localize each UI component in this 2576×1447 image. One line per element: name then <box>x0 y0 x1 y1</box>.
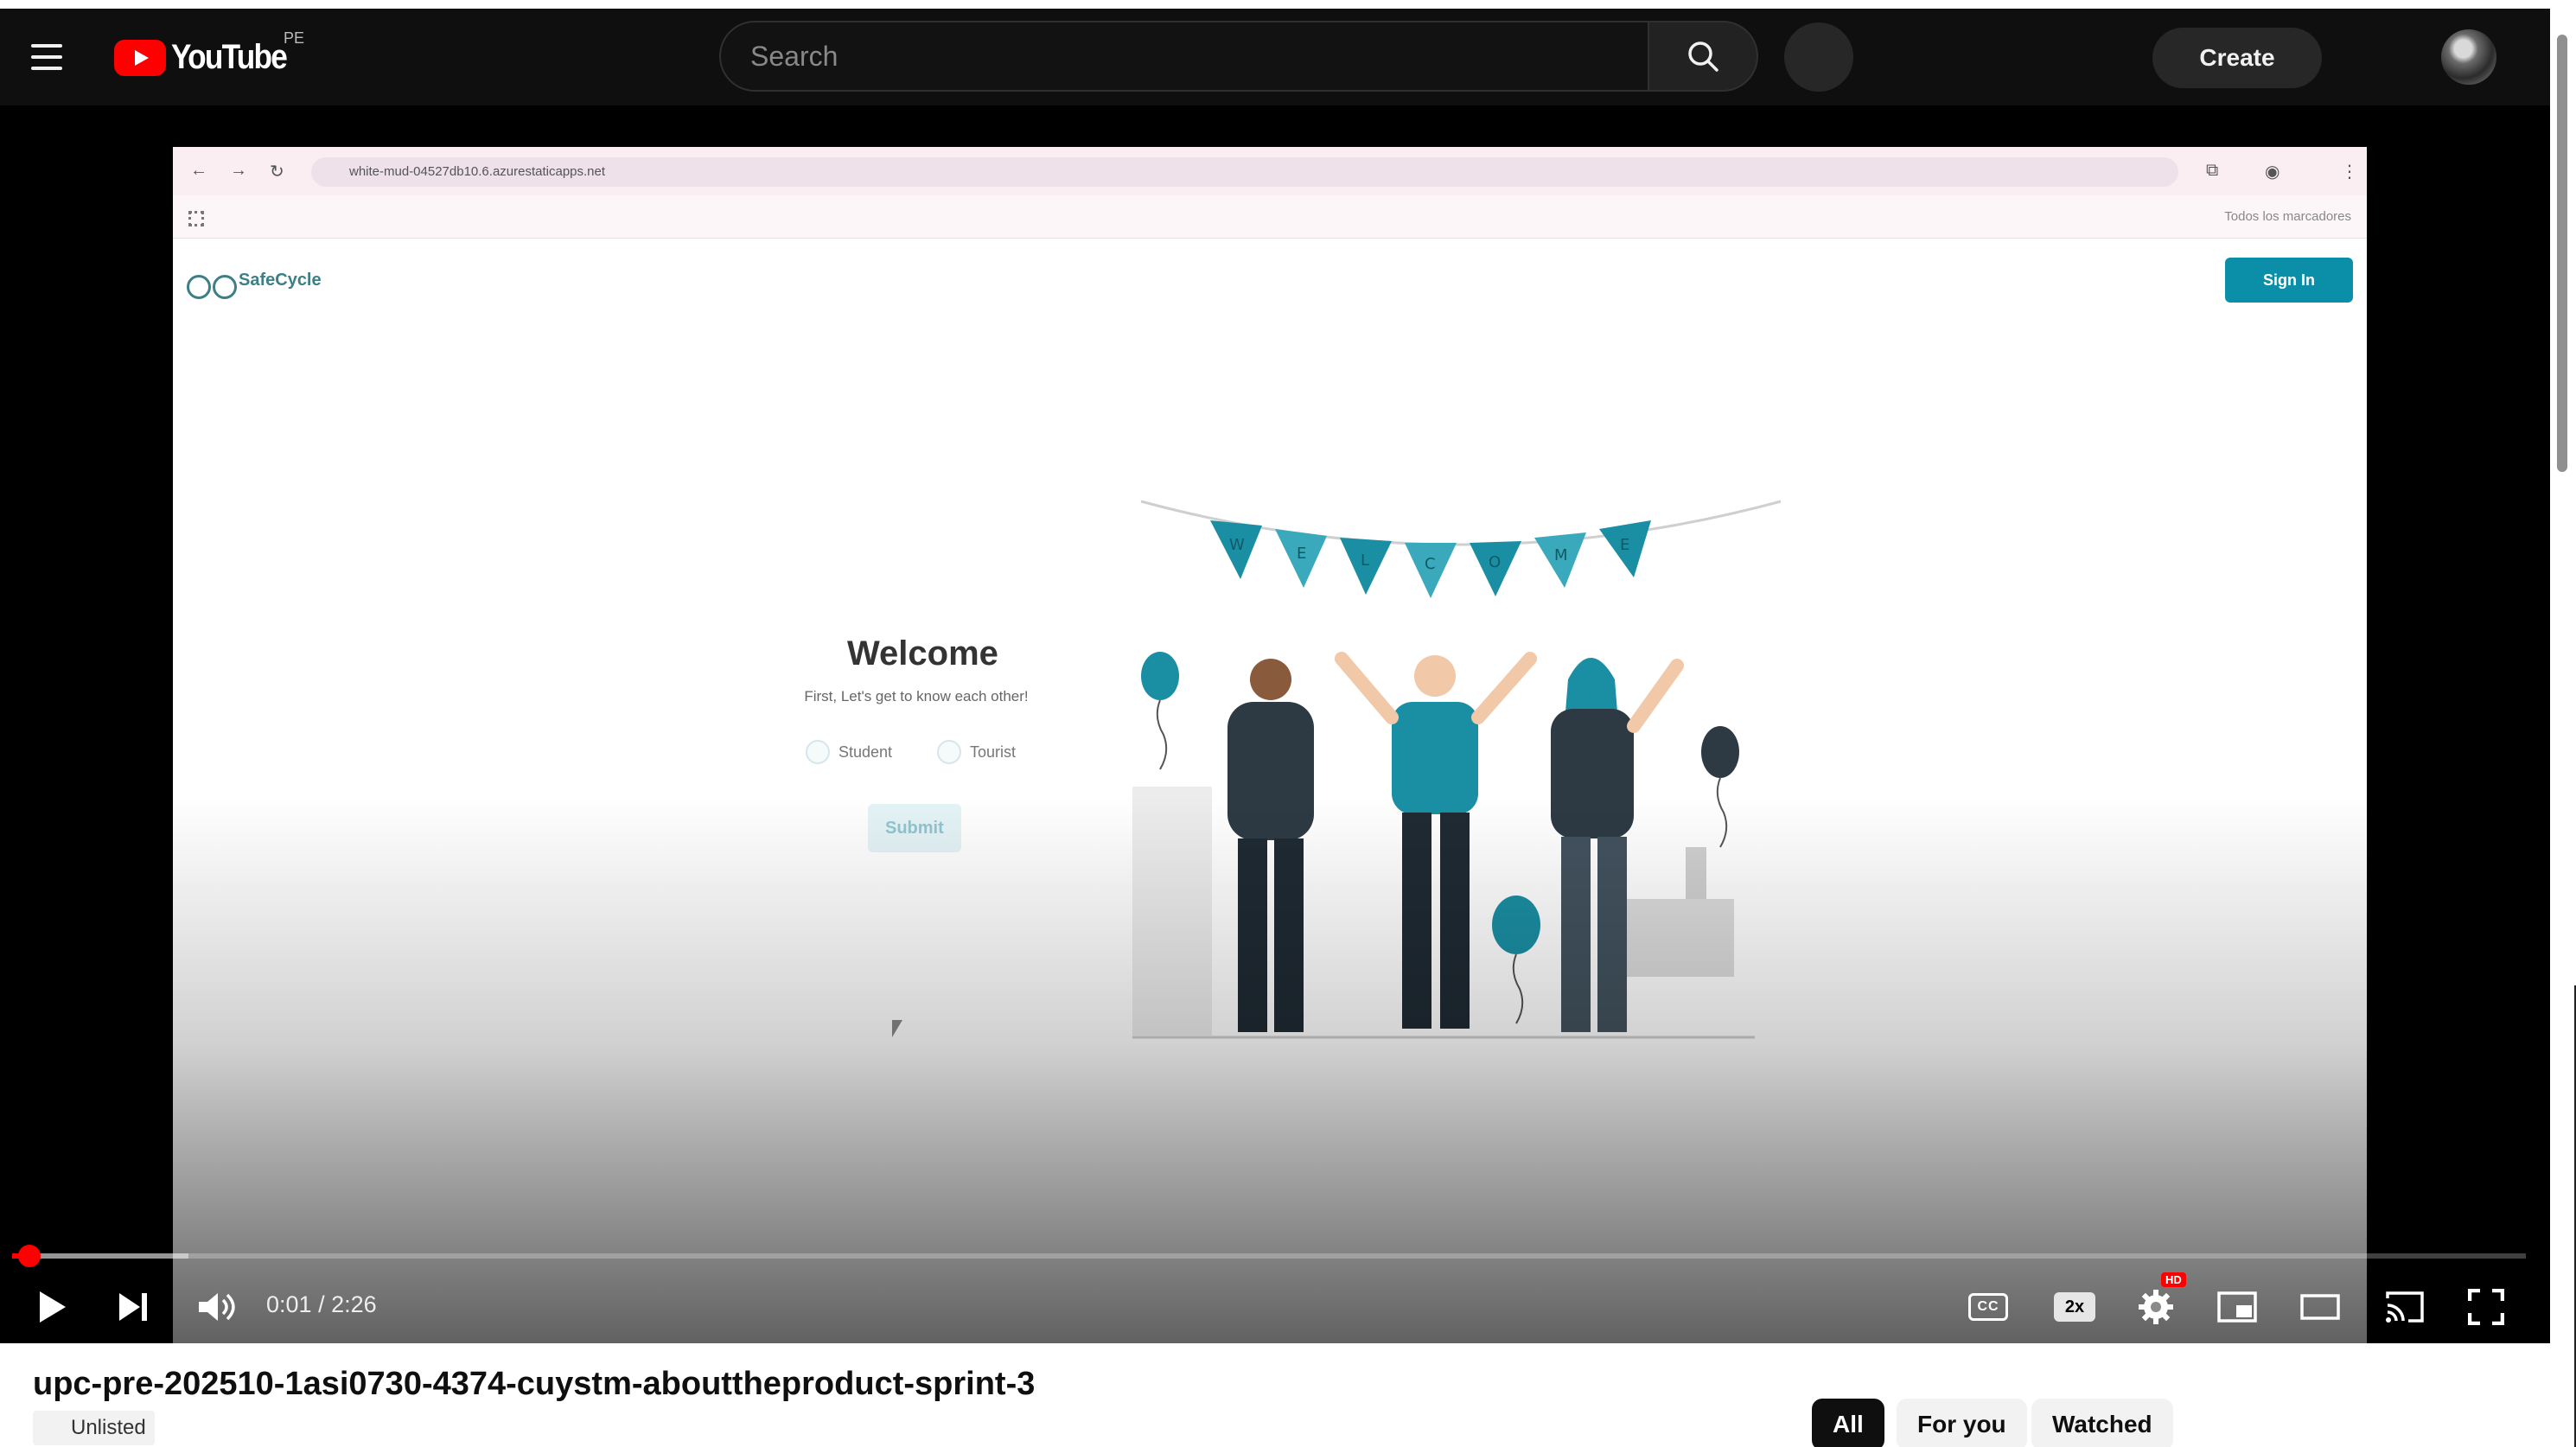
safecycle-logo: SafeCycle <box>187 266 322 299</box>
radio-label: Student <box>838 743 893 761</box>
bicycle-icon <box>187 266 237 299</box>
hamburger-icon-line <box>31 44 62 48</box>
youtube-logo-link[interactable]: YouTube <box>114 38 302 77</box>
search-input[interactable] <box>750 22 1615 90</box>
playback-speed-button[interactable]: 2x <box>2042 1276 2107 1338</box>
chip-for-you[interactable]: For you <box>1897 1399 2027 1447</box>
radio-circle <box>937 740 961 764</box>
extensions-icon: ⧉ <box>2206 161 2219 180</box>
hd-badge: HD <box>2161 1272 2186 1287</box>
gear-icon <box>2139 1290 2173 1324</box>
voice-search-button[interactable] <box>1784 22 1853 92</box>
progress-bar[interactable] <box>12 1245 2526 1267</box>
youtube-logo-text: YouTube <box>171 38 288 76</box>
hamburger-icon-line <box>31 55 62 59</box>
window-top-edge <box>0 0 2550 9</box>
reload-icon: ↻ <box>270 163 284 182</box>
cast-icon <box>2386 1291 2424 1323</box>
chip-watched[interactable]: Watched <box>2031 1399 2173 1447</box>
scrubber-handle[interactable] <box>18 1245 41 1267</box>
unlisted-label: Unlisted <box>71 1416 146 1439</box>
time-separator: / <box>311 1291 332 1317</box>
time-display: 0:01 / 2:26 <box>266 1291 377 1318</box>
search-button[interactable] <box>1648 21 1758 92</box>
recorded-browser-toolbar: ← → ↻ white-mud-04527db10.6.azurestatica… <box>173 147 2367 195</box>
create-button[interactable]: Create <box>2152 28 2322 88</box>
recorded-address-bar: white-mud-04527db10.6.azurestaticapps.ne… <box>311 157 2178 187</box>
recorded-sign-in-button: Sign In <box>2225 258 2353 303</box>
theater-mode-icon <box>2300 1294 2340 1320</box>
apps-grid-icon <box>188 211 204 226</box>
skip-next-icon <box>119 1293 147 1321</box>
miniplayer-button[interactable] <box>2204 1276 2270 1338</box>
video-title: upc-pre-202510-1asi0730-4374-cuystm-abou… <box>33 1366 1036 1402</box>
guide-menu-button[interactable] <box>31 35 76 80</box>
welcome-banner: W E L C O M E <box>1210 520 1651 598</box>
safecycle-logo-text: SafeCycle <box>239 270 322 290</box>
video-player[interactable]: ← → ↻ white-mud-04527db10.6.azurestatica… <box>0 105 2550 1343</box>
radio-option-tourist: Tourist <box>937 740 1016 764</box>
forward-arrow-icon: → <box>230 161 247 180</box>
recorded-bookmarks-bar: Todos los marcadores <box>173 195 2367 239</box>
volume-icon <box>199 1293 235 1321</box>
cast-button[interactable] <box>2372 1276 2438 1338</box>
banner-letter: O <box>1489 553 1501 571</box>
banner-letter: E <box>1297 545 1306 563</box>
search-icon <box>1688 41 1718 72</box>
miniplayer-icon <box>2217 1291 2257 1323</box>
welcome-illustration: W E L C O M E <box>1132 500 1782 1039</box>
banner-letter: M <box>1554 546 1568 564</box>
unlisted-badge: Unlisted <box>33 1411 155 1445</box>
welcome-heading: Welcome <box>847 634 998 673</box>
account-avatar[interactable] <box>2441 29 2496 85</box>
player-controls: 0:01 / 2:26 CC 2x HD <box>0 1272 2550 1342</box>
banner-letter: E <box>1620 536 1629 554</box>
duration: 2:26 <box>331 1291 377 1317</box>
mute-button[interactable] <box>188 1276 244 1338</box>
welcome-subtitle: First, Let's get to know each other! <box>804 688 1029 704</box>
current-time: 0:01 <box>266 1291 312 1317</box>
youtube-play-icon <box>114 39 166 76</box>
recorded-submit-button: Submit <box>868 804 961 852</box>
mouse-cursor-icon <box>892 1020 902 1037</box>
subtitles-button[interactable]: CC <box>1955 1276 2021 1338</box>
hamburger-icon-line <box>31 67 62 70</box>
banner-letter: L <box>1361 551 1369 570</box>
video-frame-content: ← → ↻ white-mud-04527db10.6.azurestatica… <box>173 147 2367 1343</box>
banner-letter: W <box>1229 536 1245 554</box>
banner-letter: C <box>1425 555 1436 573</box>
country-code: PE <box>284 29 305 47</box>
masthead: YouTube PE Create <box>0 0 2550 105</box>
scrollbar-thumb[interactable] <box>2557 35 2567 472</box>
radio-circle <box>806 740 830 764</box>
bookmarks-folder: Todos los marcadores <box>2224 209 2351 224</box>
kebab-menu-icon: ⋮ <box>2341 163 2358 182</box>
back-arrow-icon: ← <box>190 161 207 180</box>
profile-icon: ◉ <box>2265 163 2280 182</box>
radio-option-student: Student <box>806 740 892 764</box>
closed-captions-icon: CC <box>1968 1293 2008 1321</box>
search-box <box>719 21 1649 92</box>
play-button[interactable] <box>24 1276 80 1338</box>
speed-label: 2x <box>2054 1292 2095 1322</box>
chip-all[interactable]: All <box>1812 1399 1884 1447</box>
play-icon <box>40 1291 66 1323</box>
fullscreen-icon <box>2468 1289 2504 1325</box>
next-button[interactable] <box>105 1276 161 1338</box>
radio-label: Tourist <box>970 743 1017 761</box>
theater-mode-button[interactable] <box>2287 1276 2353 1338</box>
fullscreen-button[interactable] <box>2453 1276 2519 1338</box>
youtube-watch-page: YouTube PE Create ← → ↻ white-mud-04527d… <box>0 0 2576 1447</box>
